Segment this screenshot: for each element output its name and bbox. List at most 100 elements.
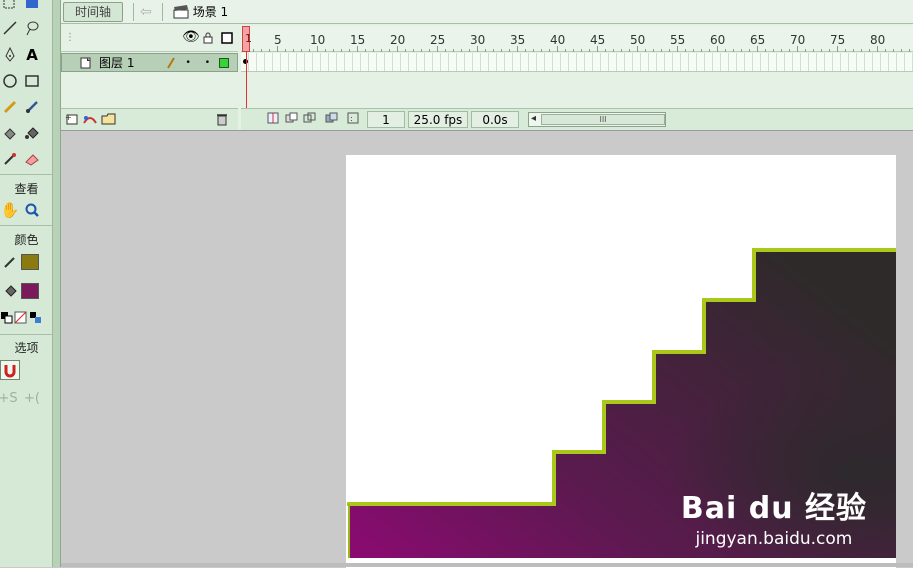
lasso-tool-icon[interactable] — [22, 18, 42, 38]
add-motion-guide-icon[interactable] — [82, 112, 98, 129]
rectangle-tool-icon[interactable] — [22, 71, 42, 91]
line-tool-icon[interactable] — [0, 18, 20, 38]
frame-ruler[interactable]: 5 10 15 20 25 30 35 40 45 50 55 60 65 70 75 80 — [241, 26, 913, 52]
eyedropper-icon[interactable] — [0, 149, 20, 169]
scene-breadcrumb[interactable]: 场景 1 — [173, 3, 228, 20]
panel-collapse-strip[interactable] — [53, 0, 61, 567]
brush-tool-icon[interactable] — [22, 97, 42, 117]
frame-tick-mark — [333, 49, 334, 52]
frame-rate-field[interactable]: 25.0 fps — [408, 111, 468, 128]
frame-tick-mark — [877, 46, 878, 52]
stage-area: Bai du 经验 jingyan.baidu.com — [61, 130, 913, 568]
scroll-left-arrow-icon[interactable]: ◂ — [531, 113, 536, 124]
back-arrow-icon[interactable]: ⇦ — [140, 4, 152, 20]
frame-tick-mark — [597, 46, 598, 52]
frame-tick-mark — [893, 49, 894, 52]
layer-page-icon — [80, 57, 91, 68]
paint-bucket-icon[interactable] — [22, 123, 42, 143]
eraser-tool-icon[interactable] — [22, 149, 42, 169]
frame-tick-mark — [781, 49, 782, 52]
layer-frames[interactable] — [241, 53, 913, 72]
frame-tick-label: 40 — [550, 33, 566, 47]
onion-skin-outlines-icon[interactable] — [303, 112, 317, 127]
scene-label: 场景 1 — [192, 5, 229, 19]
frame-tick-mark — [581, 49, 582, 52]
lock-icon[interactable] — [203, 32, 213, 44]
frame-tick-mark — [285, 49, 286, 52]
frame-tick-mark — [397, 46, 398, 52]
stroke-color-swatch[interactable] — [21, 254, 39, 270]
frame-tick-mark — [733, 49, 734, 52]
pencil-tool-icon[interactable] — [0, 97, 20, 117]
frame-tick-mark — [605, 49, 606, 52]
clapperboard-icon — [173, 4, 189, 18]
frame-tick-mark — [573, 49, 574, 52]
frame-tick-mark — [741, 49, 742, 52]
smooth-icon[interactable]: +S — [0, 388, 18, 408]
frame-tick-mark — [309, 49, 310, 52]
frame-tick-mark — [269, 49, 270, 52]
swap-colors-icon[interactable] — [26, 308, 46, 328]
frame-tick-mark — [845, 49, 846, 52]
center-frame-icon[interactable] — [267, 112, 279, 127]
add-layer-icon[interactable]: + — [65, 112, 79, 129]
eye-icon[interactable]: 👁 — [182, 29, 200, 45]
delete-layer-icon[interactable] — [215, 112, 229, 129]
frame-tick-label: 5 — [274, 33, 282, 47]
edit-multiple-frames-icon[interactable] — [325, 112, 339, 127]
frame-tick-mark — [413, 49, 414, 52]
stage-scrollbar[interactable] — [61, 563, 913, 567]
frame-tick-label: 80 — [870, 33, 886, 47]
timeline-panel: ⋮ 👁 图层 1 • • + 5 10 15 20 25 30 35 40 45 50 55 60 65… — [61, 24, 913, 130]
modify-onion-markers-icon[interactable]: : — [347, 112, 359, 127]
free-transform-icon[interactable] — [0, 0, 20, 14]
frame-tick-mark — [357, 46, 358, 52]
frame-tick-label: 50 — [630, 33, 646, 47]
frame-tick-mark — [677, 46, 678, 52]
straighten-icon[interactable]: +( — [22, 388, 42, 408]
current-frame-field[interactable]: 1 — [367, 111, 405, 128]
visibility-dot[interactable]: • — [185, 58, 190, 68]
frame-tick-mark — [261, 49, 262, 52]
scrollbar-thumb[interactable]: III — [541, 114, 665, 125]
fill-color-swatch[interactable] — [21, 283, 39, 299]
pen-tool-icon[interactable] — [0, 45, 20, 65]
gradient-transform-icon[interactable] — [22, 0, 42, 14]
watermark-logo-text: Bai du 经验 — [680, 491, 867, 526]
frame-tick-mark — [341, 49, 342, 52]
frame-tick-label: 65 — [750, 33, 766, 47]
layer-row[interactable]: 图层 1 • • — [61, 53, 238, 72]
frame-tick-mark — [405, 49, 406, 52]
frame-tick-mark — [813, 49, 814, 52]
tools-divider — [0, 334, 53, 335]
add-folder-icon[interactable] — [101, 112, 117, 129]
hand-tool-icon[interactable]: ✋ — [0, 200, 20, 220]
onion-skin-icon[interactable] — [285, 112, 299, 127]
frame-tick-label: 35 — [510, 33, 526, 47]
oval-tool-icon[interactable] — [0, 71, 20, 91]
frame-tick-mark — [637, 46, 638, 52]
playhead-frame-label: 1 — [245, 32, 252, 45]
timeline-toggle-button[interactable]: 时间轴 — [63, 1, 123, 22]
snap-magnet-icon[interactable] — [0, 360, 20, 380]
layer-header: ⋮ 👁 — [61, 26, 238, 52]
elapsed-time-field[interactable]: 0.0s — [471, 111, 519, 128]
frame-tick-mark — [525, 49, 526, 52]
frame-tick-mark — [693, 49, 694, 52]
frame-tick-mark — [869, 49, 870, 52]
layer-outline-color[interactable] — [219, 57, 230, 68]
tools-divider — [0, 174, 53, 175]
ink-bottle-icon[interactable] — [0, 123, 20, 143]
lock-dot[interactable]: • — [205, 58, 210, 68]
text-tool-icon[interactable]: A — [22, 45, 42, 65]
frame-tick-mark — [853, 49, 854, 52]
frame-tick-mark — [661, 49, 662, 52]
color-section-label: 颜色 — [14, 233, 39, 247]
frame-tick-label: 20 — [390, 33, 406, 47]
timeline-horizontal-scrollbar[interactable]: ◂ III — [528, 112, 666, 127]
outline-toggle-icon[interactable] — [221, 32, 233, 44]
zoom-tool-icon[interactable] — [22, 200, 42, 220]
watermark-url: jingyan.baidu.com — [695, 529, 853, 549]
frame-tick-mark — [501, 49, 502, 52]
frame-tick-label: 25 — [430, 33, 446, 47]
